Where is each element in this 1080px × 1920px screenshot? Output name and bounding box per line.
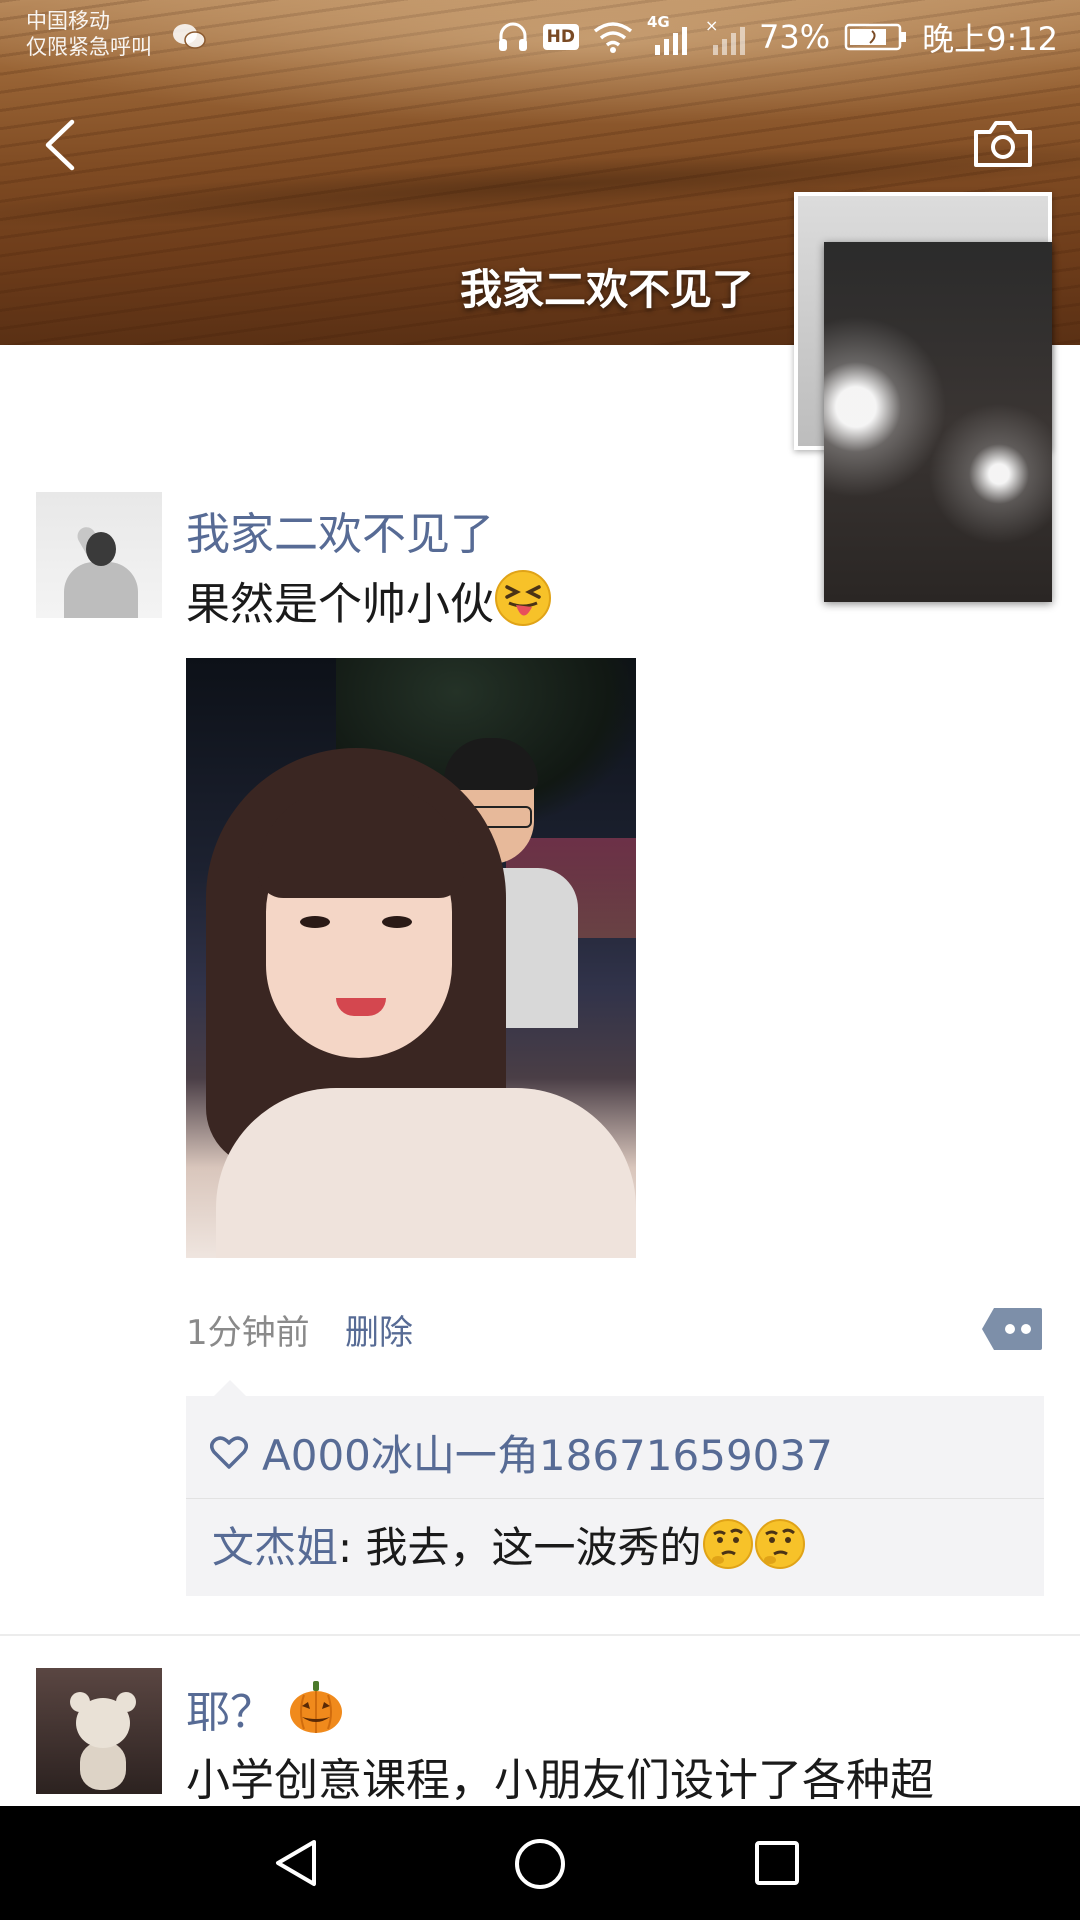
post-divider (0, 1634, 1080, 1636)
likes-divider (186, 1498, 1044, 1499)
thinking-face-emoji-icon (754, 1519, 805, 1569)
bear-body (80, 1742, 126, 1790)
thinking-face-emoji-icon (702, 1519, 753, 1569)
delete-button[interactable]: 删除 (345, 1305, 413, 1354)
liker-name[interactable]: A000冰山一角18671659037 (262, 1422, 833, 1483)
profile-name: 我家二欢不见了 (459, 265, 754, 314)
heart-icon (210, 1435, 248, 1469)
nav-recent-apps-icon[interactable] (754, 1840, 800, 1886)
photo-woman-eye-left (300, 916, 330, 928)
squinting-tongue-emoji-icon (495, 570, 551, 626)
svg-text:×: × (705, 19, 718, 35)
signal-4g-icon: 4G (647, 13, 691, 55)
post-avatar[interactable] (36, 492, 162, 618)
battery-percent: 73% (759, 18, 831, 56)
nav-back-icon[interactable] (272, 1838, 320, 1888)
headphones-icon (498, 22, 527, 51)
post-time: 1分钟前 (186, 1313, 310, 1353)
wifi-icon (593, 22, 633, 53)
post-text-content: 果然是个帅小伙 (186, 579, 494, 630)
profile-avatar-front-photo (824, 242, 1052, 602)
signal-no-service-icon: × (705, 19, 745, 55)
post-nickname[interactable]: 耶？ (186, 1676, 344, 1740)
comment-author[interactable]: 文杰姐 (212, 1523, 338, 1572)
post-text: 小学创意课程，小朋友们设计了各种超 (186, 1755, 934, 1806)
status-bar: 中国移动 仅限紧急呼叫 HD 4G × 73% 晚上9:12 (0, 0, 1080, 72)
comment-row[interactable]: 文杰姐: 我去，这一波秀的 (212, 1514, 806, 1575)
post-avatar[interactable] (36, 1668, 162, 1794)
avatar-figure-body (64, 562, 138, 618)
battery-icon (844, 23, 907, 51)
wechat-notification-icon (173, 24, 206, 49)
avatar-figure-head (86, 532, 116, 566)
post-nickname[interactable]: 我家二欢不见了 (186, 498, 494, 562)
comment-text: 我去，这一波秀的 (365, 1523, 702, 1572)
carrier-info: 中国移动 仅限紧急呼叫 (26, 8, 152, 60)
likes-row: A000冰山一角18671659037 (210, 1422, 833, 1483)
system-nav-bar (0, 1806, 1080, 1920)
pumpkin-emoji-icon (290, 1681, 342, 1733)
camera-button[interactable] (972, 118, 1034, 170)
carrier-sub: 仅限紧急呼叫 (26, 35, 152, 59)
back-button[interactable] (40, 118, 80, 172)
post-nickname-text[interactable]: 耶？ (186, 1687, 274, 1738)
post-text: 果然是个帅小伙 (186, 568, 552, 632)
comment-separator: : (338, 1523, 366, 1572)
carrier-name: 中国移动 (26, 9, 110, 33)
interaction-panel: A000冰山一角18671659037 文杰姐: 我去，这一波秀的 (186, 1396, 1044, 1596)
post-photo[interactable] (186, 658, 636, 1258)
comment-menu-button[interactable] (980, 1306, 1044, 1352)
profile-avatar[interactable] (794, 192, 1054, 604)
bear-head (76, 1698, 130, 1748)
photo-woman-body (216, 1088, 636, 1258)
clock: 晚上9:12 (922, 20, 1058, 58)
photo-woman-eye-right (382, 916, 412, 928)
hd-badge: HD (542, 24, 579, 50)
nav-home-icon[interactable] (514, 1838, 566, 1890)
